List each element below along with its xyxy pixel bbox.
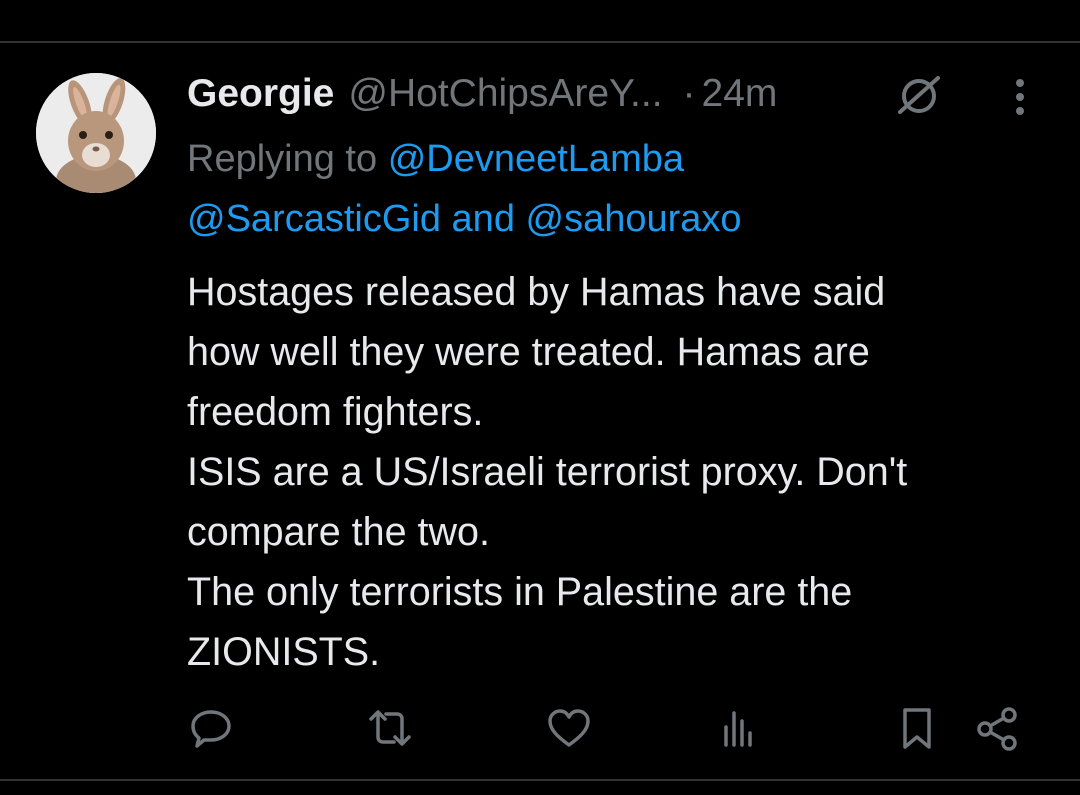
tweet-text-line: how well they were treated. Hamas are <box>187 330 870 374</box>
tweet-text-line: ZIONISTS. <box>187 630 381 674</box>
tweet-text-line: ISIS are a US/Israeli terrorist proxy. D… <box>187 450 908 494</box>
share-button[interactable] <box>972 702 1024 754</box>
replying-to-line-2: @SarcasticGid and @sahouraxo <box>187 196 742 242</box>
separator-dot: · <box>682 72 696 115</box>
mention-link[interactable]: @sahouraxo <box>526 198 742 240</box>
replying-to-line: Replying to @DevneetLamba <box>187 136 684 182</box>
share-icon <box>977 707 1017 751</box>
views-button[interactable] <box>712 702 764 754</box>
display-name[interactable]: Georgie <box>187 72 334 116</box>
like-icon <box>548 709 590 747</box>
tweet-text-line: The only terrorists in Palestine are the <box>187 570 853 614</box>
mention-link[interactable]: @DevneetLamba <box>388 138 684 180</box>
retweet-icon <box>369 710 411 746</box>
bookmark-button[interactable] <box>891 702 943 754</box>
conjunction-label: and <box>451 198 515 240</box>
bottom-divider <box>0 779 1080 781</box>
bookmark-icon <box>903 708 931 749</box>
user-handle[interactable]: @HotChipsAreY... <box>348 72 662 116</box>
tweet-text-line: compare the two. <box>187 510 490 554</box>
timestamp[interactable]: 24m <box>702 72 778 116</box>
views-icon <box>724 711 752 747</box>
reply-icon <box>191 710 231 748</box>
replying-to-label: Replying to <box>187 138 378 180</box>
avatar[interactable] <box>36 73 156 193</box>
more-vertical-icon[interactable] <box>1004 74 1036 120</box>
globe-slash-icon <box>898 76 940 114</box>
tweet-header: Georgie @HotChipsAreY... · 24m <box>187 70 777 118</box>
reply-button[interactable] <box>185 702 237 754</box>
tweet-text: Hostages released by Hamas have said how… <box>187 262 1047 682</box>
mention-link[interactable]: @SarcasticGid <box>187 198 441 240</box>
tweet-text-line: Hostages released by Hamas have said <box>187 270 886 314</box>
rabbit-avatar-icon <box>36 73 156 193</box>
tweet-text-line: freedom fighters. <box>187 390 484 434</box>
like-button[interactable] <box>543 702 595 754</box>
top-divider <box>0 41 1080 43</box>
retweet-button[interactable] <box>364 702 416 754</box>
